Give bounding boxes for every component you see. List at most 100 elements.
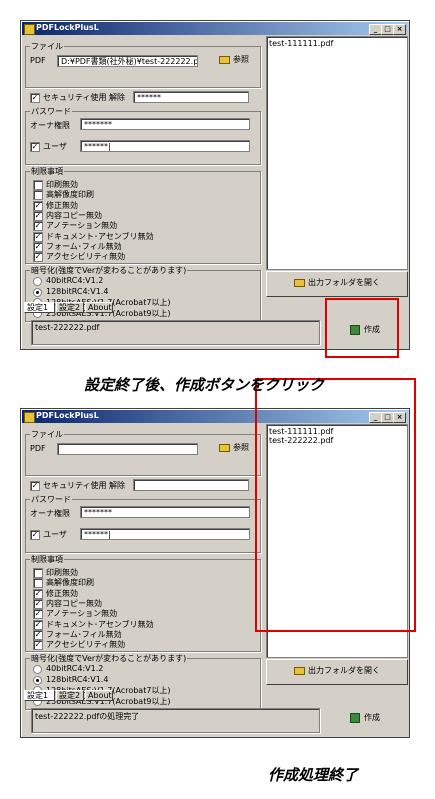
file-group: ファイル PDF 参照: [25, 429, 261, 476]
encryption-label: 128bitRC4:V1.4: [46, 286, 109, 296]
encryption-label: 40bitRC4:V1.2: [46, 664, 104, 673]
tab-3[interactable]: About: [85, 690, 113, 701]
password-group: パスワード オーナ権限 ******* ✓ ユーザ ******|: [25, 494, 261, 553]
encryption-group: 暗号化(強度でVerが変わることがあります) 40bitRC4:V1.2 128b…: [25, 653, 261, 710]
owner-password-field[interactable]: *******: [80, 506, 250, 518]
create-button-highlight: [325, 298, 399, 358]
browse-button[interactable]: 参照: [212, 442, 256, 456]
file-group-label: ファイル: [30, 429, 64, 440]
restrictions-group: 制限事項 印刷無効 高解像度印刷 ✓ 修正無効 ✓ 内容コピー無効 ✓ アノテーション無効 ✓ ド…: [25, 166, 261, 264]
close-button[interactable]: ×: [393, 24, 406, 35]
file-list-item[interactable]: test-111111.pdf: [269, 39, 333, 48]
encryption-radio[interactable]: [33, 277, 42, 286]
security-checkbox[interactable]: ✓: [30, 481, 40, 491]
encryption-label: 128bitRC4:V1.4: [46, 674, 109, 684]
password-group: パスワード オーナ権限 ******* ✓ ユーザ ******|: [25, 106, 261, 165]
file-list-highlight: [255, 378, 416, 632]
encryption-label: 40bitRC4:V1.2: [46, 276, 104, 285]
restrictions-group: 制限事項 印刷無効 高解像度印刷 ✓ 修正無効 ✓ 内容コピー無効 ✓ アノテーション無効 ✓ ド…: [25, 554, 261, 652]
security-label: セキュリティ使用: [43, 93, 107, 102]
create-label: 作成: [364, 713, 380, 722]
file-group-label: ファイル: [30, 41, 64, 52]
user-password-field[interactable]: ******|: [80, 140, 250, 152]
status-bar: test-222222.pdfの処理完了: [31, 708, 320, 733]
browse-label: 参照: [233, 55, 249, 64]
password-group-label: パスワード: [30, 494, 72, 505]
owner-password-field[interactable]: *******: [80, 118, 250, 130]
user-label: ユーザ: [43, 530, 67, 539]
restriction-checkbox[interactable]: ✓: [33, 252, 43, 263]
restriction-checkbox[interactable]: ✓: [33, 221, 43, 232]
release-password-field[interactable]: ******: [133, 91, 249, 103]
browse-label: 参照: [233, 443, 249, 452]
window-title: PDFLockPlusL: [36, 23, 99, 32]
tab-2[interactable]: 設定2: [56, 690, 84, 701]
tab-2[interactable]: 設定2: [56, 302, 84, 313]
status-text: test-222222.pdf: [35, 323, 100, 332]
user-checkbox[interactable]: ✓: [30, 142, 40, 152]
tab-3[interactable]: About: [85, 302, 113, 313]
password-group-label: パスワード: [30, 106, 72, 117]
restriction-checkbox[interactable]: ✓: [33, 629, 43, 640]
tab-1[interactable]: 設定1: [24, 690, 55, 701]
open-output-folder-label: 出力フォルダを開く: [308, 666, 380, 675]
output-file-list[interactable]: test-111111.pdf: [266, 36, 408, 270]
open-output-folder-button[interactable]: 出力フォルダを開く: [266, 659, 408, 685]
open-output-folder-label: 出力フォルダを開く: [308, 278, 380, 287]
restriction-checkbox[interactable]: ✓: [33, 241, 43, 252]
release-label: 解除: [109, 93, 125, 102]
open-output-folder-button[interactable]: 出力フォルダを開く: [266, 271, 408, 297]
app-lock-icon: [24, 24, 35, 35]
pdf-path-field[interactable]: D:¥PDF書類(社外秘)¥test-222222.pdf: [57, 55, 198, 67]
folder-icon: [219, 55, 230, 64]
app-lock-icon: [24, 412, 35, 423]
tab-1[interactable]: 設定1: [24, 302, 55, 313]
encryption-radio[interactable]: [33, 665, 42, 674]
owner-label: オーナ権限: [30, 121, 70, 130]
create-button[interactable]: 作成: [329, 709, 401, 729]
owner-label: オーナ権限: [30, 509, 70, 518]
release-password-field[interactable]: [133, 479, 249, 491]
folder-icon: [219, 443, 230, 452]
restriction-checkbox[interactable]: [33, 578, 43, 589]
restriction-label: アクセシビリティ無効: [46, 640, 126, 650]
restriction-checkbox[interactable]: ✓: [33, 640, 43, 651]
restriction-checkbox[interactable]: ✓: [33, 200, 43, 211]
status-bar: test-222222.pdf: [31, 320, 320, 345]
security-checkbox[interactable]: ✓: [30, 93, 40, 103]
folder-icon: [294, 278, 305, 287]
pdf-label: PDF: [30, 56, 46, 65]
encryption-radio[interactable]: [33, 287, 42, 297]
user-password-field[interactable]: ******|: [80, 528, 250, 540]
file-group: ファイル PDF D:¥PDF書類(社外秘)¥test-222222.pdf 参…: [25, 41, 261, 88]
folder-icon: [294, 666, 305, 675]
restriction-checkbox[interactable]: ✓: [33, 598, 43, 609]
restrictions-group-label: 制限事項: [30, 554, 64, 565]
user-checkbox[interactable]: ✓: [30, 530, 40, 540]
title-bar[interactable]: PDFLockPlusL _ □ ×: [22, 22, 408, 35]
restriction-checkbox[interactable]: [33, 190, 43, 201]
restrictions-group-label: 制限事項: [30, 166, 64, 177]
status-text: test-222222.pdfの処理完了: [35, 712, 140, 721]
browse-button[interactable]: 参照: [212, 54, 256, 68]
restriction-checkbox[interactable]: ✓: [33, 588, 43, 599]
restriction-checkbox[interactable]: ✓: [33, 231, 43, 242]
encryption-group: 暗号化(強度でVerが変わることがあります) 40bitRC4:V1.2 128b…: [25, 265, 261, 322]
release-label: 解除: [109, 481, 125, 490]
restriction-checkbox[interactable]: ✓: [33, 609, 43, 620]
security-label: セキュリティ使用: [43, 481, 107, 490]
restriction-checkbox[interactable]: [33, 180, 43, 190]
step2-caption: 作成処理終了: [268, 766, 359, 784]
key-icon: [350, 712, 360, 723]
restriction-checkbox[interactable]: [33, 568, 43, 578]
pdf-path-field[interactable]: [57, 443, 198, 455]
user-label: ユーザ: [43, 142, 67, 151]
pdf-label: PDF: [30, 444, 46, 453]
restriction-checkbox[interactable]: ✓: [33, 210, 43, 221]
encryption-group-label: 暗号化(強度でVerが変わることがあります): [30, 653, 188, 664]
window-title: PDFLockPlusL: [36, 411, 99, 420]
encryption-radio[interactable]: [33, 675, 42, 685]
restriction-checkbox[interactable]: ✓: [33, 619, 43, 630]
encryption-group-label: 暗号化(強度でVerが変わることがあります): [30, 265, 188, 276]
restriction-label: アクセシビリティ無効: [46, 252, 126, 262]
